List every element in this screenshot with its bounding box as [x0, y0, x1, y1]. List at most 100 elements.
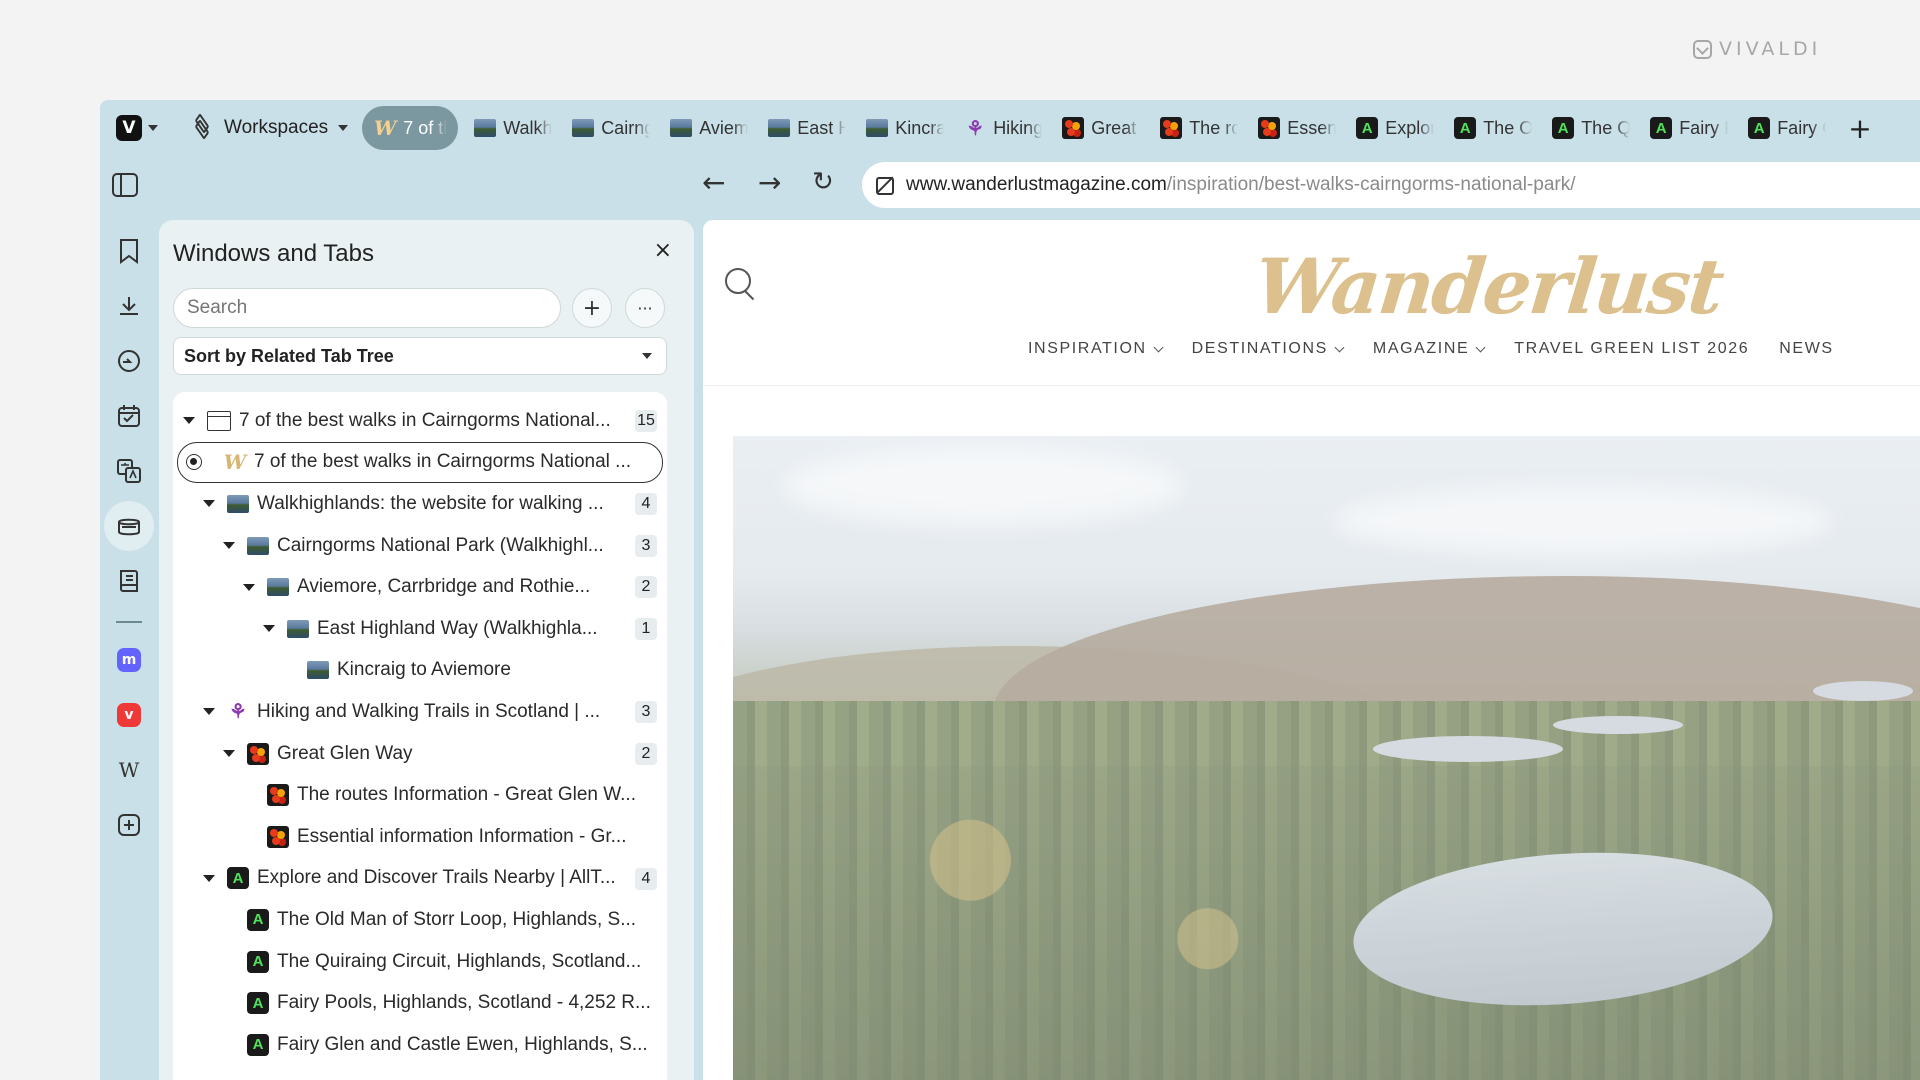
reload-button[interactable]: ↻	[812, 167, 834, 197]
history-button[interactable]	[104, 336, 154, 386]
close-button[interactable]: ×	[654, 238, 672, 263]
tab-title: 7 of the best walks in Cairngorms Nation…	[254, 451, 632, 473]
chevron-down-icon	[148, 125, 158, 131]
nav-item-news[interactable]: NEWS	[1779, 340, 1833, 358]
search-input[interactable]	[173, 288, 561, 328]
calendar-button[interactable]	[104, 391, 154, 441]
expand-toggle-icon[interactable]	[183, 417, 195, 425]
nav-item-magazine[interactable]: MAGAZINE	[1373, 340, 1486, 358]
great-glen-icon	[1160, 117, 1183, 139]
add-web-panel-button[interactable]	[104, 800, 154, 850]
active-tab-radio-icon[interactable]	[186, 454, 202, 471]
expand-toggle-icon[interactable]	[203, 874, 215, 882]
mastodon-panel-button[interactable]: m	[104, 635, 154, 685]
hero-image	[733, 436, 1920, 1080]
forward-button[interactable]: →	[758, 166, 781, 199]
tree-tab-row[interactable]: A Fairy Glen and Castle Ewen, Highlands, …	[173, 1024, 667, 1066]
expand-toggle-icon[interactable]	[203, 500, 215, 508]
nav-item-destinations[interactable]: DESTINATIONS	[1192, 340, 1345, 358]
expand-toggle-icon[interactable]	[223, 750, 235, 758]
walkhighlands-icon	[227, 494, 249, 513]
tab-count-badge: 1	[635, 617, 657, 640]
tree-tab-row[interactable]: Essential information Information - Gr..…	[173, 816, 667, 858]
alltrails-icon: A	[247, 950, 269, 973]
sort-select-value: Sort by Related Tab Tree	[184, 345, 394, 366]
expand-toggle-icon[interactable]	[243, 583, 255, 591]
back-button[interactable]: ←	[702, 166, 725, 199]
vivaldi-menu-button[interactable]: V	[116, 115, 158, 141]
tree-tab-row[interactable]: Kincraig to Aviemore	[173, 650, 667, 692]
tab[interactable]: A The Q	[1540, 106, 1638, 150]
tree-tab-row[interactable]: The routes Information - Great Glen W...	[173, 774, 667, 816]
tree-tab-row[interactable]: A The Old Man of Storr Loop, Highlands, S…	[173, 899, 667, 941]
expand-toggle-icon[interactable]	[263, 625, 275, 633]
tab[interactable]: Great	[1050, 106, 1148, 150]
tree-tab-row[interactable]: East Highland Way (Walkhighla... 1	[173, 608, 667, 650]
wikipedia-panel-button[interactable]: W	[104, 745, 154, 795]
tab-title: Fairy P	[1679, 117, 1728, 138]
tab[interactable]: East H	[756, 106, 854, 150]
tab[interactable]: A Fairy P	[1638, 106, 1736, 150]
tree-current-tab-row[interactable]: W 7 of the best walks in Cairngorms Natio…	[177, 441, 663, 484]
more-options-button[interactable]: ···	[625, 288, 665, 328]
downloads-button[interactable]	[104, 281, 154, 331]
site-logo[interactable]: Wanderlust	[1250, 242, 1726, 331]
translate-button[interactable]	[104, 446, 154, 496]
tab-title: 7 of the best walks in Cairngorms Nation…	[239, 409, 611, 431]
tab[interactable]: Aviem	[658, 106, 756, 150]
tab[interactable]: Cairng	[560, 106, 658, 150]
tab[interactable]: The ro	[1148, 106, 1246, 150]
layers-icon	[192, 113, 214, 140]
add-panel-icon	[118, 814, 140, 836]
new-tab-button[interactable]: +	[1848, 112, 1871, 145]
tab-count-badge: 4	[635, 493, 657, 516]
tab[interactable]: A Fairy G	[1736, 106, 1834, 150]
wanderlust-favicon-icon: W	[223, 450, 247, 475]
workspaces-button[interactable]: Workspaces	[192, 113, 349, 140]
tab-stack[interactable]: W 7 of th	[362, 106, 459, 150]
tab[interactable]: Kincra	[854, 106, 952, 150]
windows-and-tabs-button[interactable]	[104, 501, 154, 551]
address-field[interactable]: www.wanderlustmagazine.com/inspiration/b…	[862, 162, 1920, 208]
tree-tab-row[interactable]: A The Quiraing Circuit, Highlands, Scotla…	[173, 941, 667, 983]
nav-item-inspiration[interactable]: INSPIRATION	[1028, 340, 1164, 358]
reading-list-button[interactable]	[104, 556, 154, 606]
add-button[interactable]: +	[572, 288, 612, 328]
site-security-icon[interactable]	[874, 175, 894, 195]
tab[interactable]: A The O	[1442, 106, 1540, 150]
panel-title: Windows and Tabs	[173, 240, 374, 267]
panel-toggle-icon[interactable]	[112, 173, 138, 197]
expand-toggle-icon[interactable]	[223, 542, 235, 550]
tree-tab-row[interactable]: Cairngorms National Park (Walkhighl... 3	[173, 525, 667, 567]
tab-title: East H	[797, 117, 847, 138]
tree-tab-row[interactable]: A Fairy Pools, Highlands, Scotland - 4,25…	[173, 982, 667, 1024]
download-icon	[120, 297, 138, 315]
tree-tab-row[interactable]: A Explore and Discover Trails Nearby | Al…	[173, 858, 667, 900]
tree-tab-row[interactable]: ⚘ Hiking and Walking Trails in Scotland |…	[173, 691, 667, 733]
nav-item-travel-green-list[interactable]: TRAVEL GREEN LIST 2026	[1514, 340, 1749, 358]
bookmarks-button[interactable]	[104, 226, 154, 276]
walkhighlands-icon	[307, 661, 329, 680]
tree-tab-row[interactable]: Aviemore, Carrbridge and Rothie... 2	[173, 566, 667, 608]
tab[interactable]: Walkh	[462, 106, 560, 150]
browser-window: V Workspaces W 7 of th Walkh Cairng Avie…	[100, 100, 1920, 1080]
tab-title: Aviemore, Carrbridge and Rothie...	[297, 576, 591, 598]
tree-window-row[interactable]: 7 of the best walks in Cairngorms Nation…	[173, 400, 667, 442]
tab-title: East Highland Way (Walkhighla...	[317, 617, 598, 639]
tree-tab-row[interactable]: Great Glen Way 2	[173, 733, 667, 775]
great-glen-icon	[1062, 117, 1085, 139]
tab-title: Cairng	[601, 117, 651, 138]
tab[interactable]: ⚘ Hiking	[952, 106, 1050, 150]
tab[interactable]: A Explor	[1344, 106, 1442, 150]
site-search-icon[interactable]	[725, 268, 755, 298]
history-icon	[118, 350, 140, 372]
tab[interactable]: Essent	[1246, 106, 1344, 150]
great-glen-icon	[247, 742, 269, 765]
tab-title: 7 of th	[403, 117, 447, 138]
chevron-down-icon	[338, 125, 349, 131]
vivaldi-panel-button[interactable]: v	[104, 690, 154, 740]
expand-toggle-icon[interactable]	[203, 708, 215, 716]
alltrails-icon: A	[1748, 117, 1771, 139]
sort-select[interactable]: Sort by Related Tab Tree	[173, 337, 667, 375]
tree-tab-row[interactable]: Walkhighlands: the website for walking .…	[173, 483, 667, 525]
